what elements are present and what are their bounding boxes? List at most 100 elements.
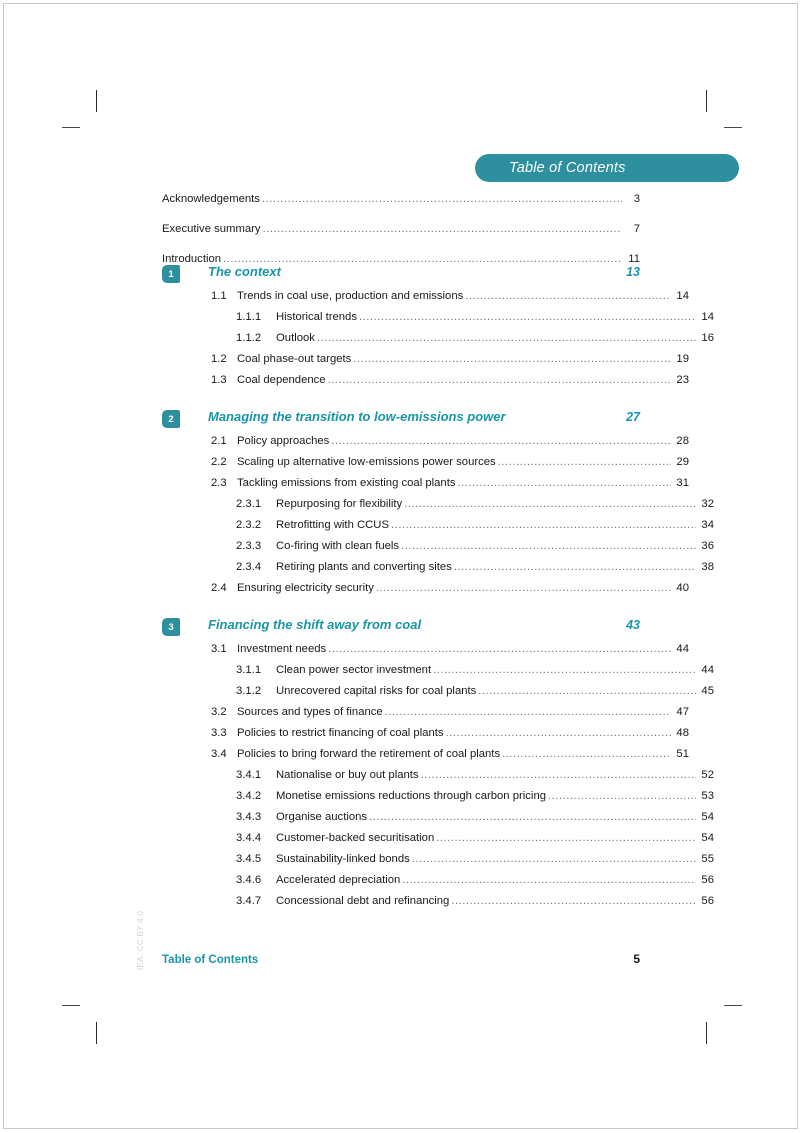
- toc-header-badge: Table of Contents: [475, 154, 739, 182]
- toc-chapter-heading[interactable]: 3 Financing the shift away from coal 43: [162, 617, 640, 639]
- toc-entry-level2[interactable]: 2.3 Tackling emissions from existing coal…: [162, 473, 689, 494]
- toc-entry-page: 54: [701, 811, 714, 823]
- toc-entry-level3[interactable]: 2.3.1 Repurposing for flexibility........…: [162, 494, 714, 515]
- toc-entry-level3[interactable]: 2.3.3 Co-firing with clean fuels.........…: [162, 536, 714, 557]
- toc-entry-front[interactable]: Acknowledgements........................…: [162, 189, 640, 209]
- toc-entry-page: 38: [701, 561, 714, 573]
- toc-entry-level2[interactable]: 2.2 Scaling up alternative low-emissions …: [162, 452, 689, 473]
- toc-entry-page: 14: [701, 311, 714, 323]
- crop-mark-bottom-right-vertical: [706, 1022, 707, 1044]
- toc-entry-level2[interactable]: 3.1 Investment needs.....................…: [162, 639, 689, 660]
- toc-entry-level3[interactable]: 3.1.2 Unrecovered capital risks for coal …: [162, 681, 714, 702]
- toc-entry-level3[interactable]: 3.4.1 Nationalise or buy out plants......…: [162, 765, 714, 786]
- dot-leader: ........................................…: [391, 519, 696, 531]
- toc-entry-page: 47: [676, 706, 689, 718]
- footer-page-number: 5: [633, 952, 640, 966]
- toc-entry-level3[interactable]: 2.3.4 Retiring plants and converting site…: [162, 557, 714, 578]
- toc-entry-label: Trends in coal use, production and emiss…: [237, 290, 464, 302]
- chapter-number-badge: 2: [162, 410, 180, 428]
- dot-leader: ........................................…: [457, 477, 672, 489]
- toc-chapter-heading[interactable]: 1 The context 13: [162, 264, 640, 286]
- toc-entry-front[interactable]: Executive summary.......................…: [162, 219, 640, 239]
- toc-entry-page: 19: [676, 353, 689, 365]
- toc-entry-level2[interactable]: 2.4 Ensuring electricity security........…: [162, 578, 689, 599]
- toc-entry-number: 3.4.7: [236, 895, 262, 907]
- toc-entry-number: 2.3.2: [236, 519, 262, 531]
- toc-entry-level3[interactable]: 3.4.4 Customer-backed securitisation.....…: [162, 828, 714, 849]
- toc-entry-page: 45: [701, 685, 714, 697]
- toc-chapter-heading[interactable]: 2 Managing the transition to low-emission…: [162, 409, 640, 431]
- toc-entry-page: 55: [701, 853, 714, 865]
- dot-leader: ........................................…: [401, 540, 696, 552]
- toc-entry-level2[interactable]: 1.2 Coal phase-out targets...............…: [162, 349, 689, 370]
- toc-entry-level2[interactable]: 2.1 Policy approaches....................…: [162, 431, 689, 452]
- dot-leader: ........................................…: [420, 769, 696, 781]
- toc-entry-page: 44: [701, 664, 714, 676]
- toc-entry-level2[interactable]: 3.3 Policies to restrict financing of coa…: [162, 723, 689, 744]
- crop-mark-top-right-vertical: [706, 90, 707, 112]
- toc-entry-page: 28: [676, 435, 689, 447]
- toc-entry-level2[interactable]: 3.2 Sources and types of finance.........…: [162, 702, 689, 723]
- dot-leader: ........................................…: [261, 193, 622, 205]
- toc-entry-number: 3.4.4: [236, 832, 262, 844]
- toc-entry-level3[interactable]: 3.4.5 Sustainability-linked bonds........…: [162, 849, 714, 870]
- toc-body: 1 The context 13 1.1 Trends in coal use, pro…: [162, 264, 714, 912]
- toc-entry-label: Customer-backed securitisation: [276, 832, 435, 844]
- toc-entry-level2[interactable]: 1.1 Trends in coal use, production and em…: [162, 286, 689, 307]
- toc-entry-level2[interactable]: 3.4 Policies to bring forward the retirem…: [162, 744, 689, 765]
- dot-leader: ........................................…: [327, 374, 671, 386]
- crop-mark-top-left-vertical: [96, 90, 97, 112]
- dot-leader: ........................................…: [433, 664, 696, 676]
- toc-entry-number: 1.1: [211, 290, 227, 302]
- chapter-number-badge: 1: [162, 265, 180, 283]
- toc-entry-level3[interactable]: 3.4.3 Organise auctions..................…: [162, 807, 714, 828]
- toc-entry-label: Sustainability-linked bonds: [276, 853, 410, 865]
- toc-entry-label: Repurposing for flexibility: [276, 498, 403, 510]
- toc-entry-label: Unrecovered capital risks for coal plant…: [276, 685, 477, 697]
- toc-entry-page: 7: [633, 223, 640, 235]
- toc-entry-page: 16: [701, 332, 714, 344]
- toc-entry-label: Coal phase-out targets: [237, 353, 352, 365]
- toc-entry-level2[interactable]: 1.3 Coal dependence......................…: [162, 370, 689, 391]
- dot-leader: ........................................…: [316, 332, 696, 344]
- toc-entry-level3[interactable]: 3.1.1 Clean power sector investment......…: [162, 660, 714, 681]
- toc-entry-label: Monetise emissions reductions through ca…: [276, 790, 547, 802]
- toc-entry-number: 2.3: [211, 477, 227, 489]
- toc-entry-page: 48: [676, 727, 689, 739]
- toc-entry-label: Investment needs: [237, 643, 327, 655]
- toc-chapter-group: 1 The context 13 1.1 Trends in coal use, pro…: [162, 264, 714, 391]
- toc-entry-number: 3.2: [211, 706, 227, 718]
- crop-mark-bottom-left-horizontal: [62, 1005, 80, 1006]
- toc-entry-label: Policies to bring forward the retirement…: [237, 748, 501, 760]
- toc-entry-label: Policies to restrict financing of coal p…: [237, 727, 444, 739]
- toc-entry-number: 3.1.1: [236, 664, 262, 676]
- toc-chapter-group: 3 Financing the shift away from coal 43 3.1…: [162, 617, 714, 912]
- toc-entry-level3[interactable]: 3.4.6 Accelerated depreciation...........…: [162, 870, 714, 891]
- crop-mark-bottom-right-horizontal: [724, 1005, 742, 1006]
- toc-entry-level3[interactable]: 1.1.1 Historical trends..................…: [162, 307, 714, 328]
- dot-leader: ........................................…: [497, 456, 671, 468]
- toc-entry-level3[interactable]: 1.1.2 Outlook............................…: [162, 328, 714, 349]
- chapter-title: Managing the transition to low-emissions…: [208, 409, 506, 424]
- dot-leader: ........................................…: [436, 832, 696, 844]
- toc-entry-level3[interactable]: 3.4.2 Monetise emissions reductions throu…: [162, 786, 714, 807]
- dot-leader: ........................................…: [328, 643, 671, 655]
- toc-entry-level3[interactable]: 2.3.2 Retrofitting with CCUS.............…: [162, 515, 714, 536]
- toc-entry-label: Outlook: [276, 332, 315, 344]
- toc-entry-page: 36: [701, 540, 714, 552]
- toc-entry-page: 3: [633, 193, 640, 205]
- toc-entry-label: Retiring plants and converting sites: [276, 561, 452, 573]
- toc-entry-number: 3.4.2: [236, 790, 262, 802]
- dot-leader: ........................................…: [453, 561, 696, 573]
- toc-entry-page: 34: [701, 519, 714, 531]
- footer-section-label: Table of Contents: [162, 954, 259, 966]
- dot-leader: ........................................…: [369, 811, 696, 823]
- dot-leader: ........................................…: [445, 727, 671, 739]
- toc-entry-level3[interactable]: 3.4.7 Concessional debt and refinancing..…: [162, 891, 714, 912]
- toc-entry-page: 31: [676, 477, 689, 489]
- toc-entry-label: Historical trends: [276, 311, 357, 323]
- dot-leader: ........................................…: [502, 748, 671, 760]
- toc-entry-number: 1.1.2: [236, 332, 262, 344]
